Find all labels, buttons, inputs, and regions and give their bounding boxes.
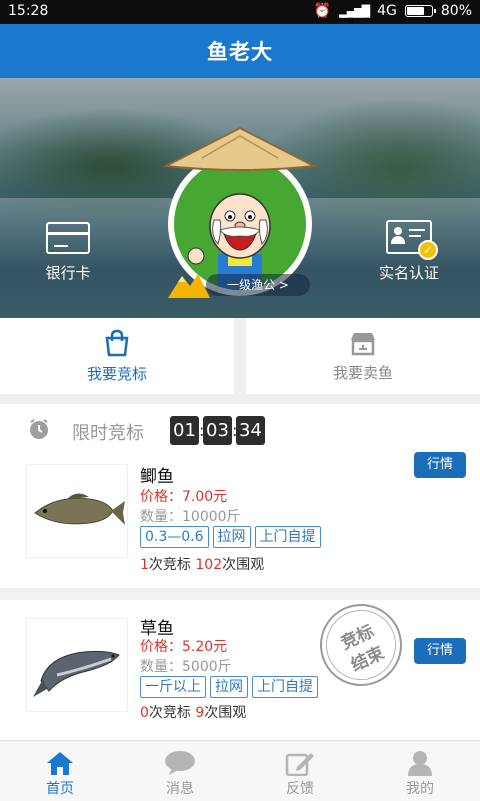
verify-label: 实名认证 — [378, 264, 439, 282]
pickup-tag: 上门自提 — [252, 676, 318, 698]
fish-tags: 0.3—0.6 拉网 上门自提 — [140, 526, 321, 548]
message-icon — [165, 751, 195, 775]
view-count: 9 — [195, 705, 205, 721]
tab-feedback-label: 反馈 — [286, 781, 314, 797]
bid-count: 0 — [140, 705, 149, 721]
market-price-button[interactable]: 行情 — [414, 638, 466, 664]
battery-icon — [404, 5, 436, 17]
fish-price: 价格：7.00元 — [140, 489, 228, 505]
feedback-icon — [285, 753, 314, 776]
auction-list: 限时竞标 01 : 03 : 34 鲫鱼 价格：7.00元 数量：10000斤 … — [0, 404, 480, 740]
bank-card-button[interactable]: 银行卡 — [38, 222, 98, 283]
user-level-badge[interactable]: 一级渔公 > — [206, 274, 310, 296]
tab-home-label: 首页 — [46, 781, 74, 797]
mountain-level-icon — [168, 274, 210, 298]
tab-messages-label: 消息 — [166, 781, 194, 797]
alarm-icon: ⏰ — [313, 3, 332, 19]
fish-quantity: 数量：5000斤 — [140, 659, 232, 675]
real-name-verify-button[interactable]: ✓ 实名认证 — [372, 220, 446, 283]
countdown-timer: 01 : 03 : 34 — [170, 416, 265, 445]
fish-price: 价格：5.20元 — [140, 639, 228, 655]
bid-count: 1 — [140, 557, 149, 573]
grass-carp-image — [33, 650, 120, 697]
market-price-button[interactable]: 行情 — [414, 452, 466, 478]
straw-hat-icon — [162, 126, 318, 171]
size-tag: 一斤以上 — [140, 676, 206, 698]
check-icon: ✓ — [418, 240, 438, 260]
tab-feedback[interactable]: 反馈 — [240, 741, 360, 801]
bank-card-label: 银行卡 — [45, 264, 91, 282]
page-title: 鱼老大 — [207, 40, 273, 64]
shop-icon — [351, 332, 375, 355]
tab-messages[interactable]: 消息 — [120, 741, 240, 801]
timed-auction-header: 限时竞标 01 : 03 : 34 — [0, 404, 480, 456]
sell-fish-button[interactable]: 我要卖鱼 — [246, 318, 480, 394]
app-title-bar: 鱼老大 — [0, 24, 480, 78]
action-row: 我要竞标 我要卖鱼 — [0, 318, 480, 394]
fish-image — [26, 618, 128, 712]
bottom-tab-bar: 首页 消息 反馈 我的 — [0, 740, 480, 801]
status-bar: 15:28 ⏰ ▂▄▆█ 4G 80% — [0, 0, 480, 24]
method-tag: 拉网 — [210, 676, 248, 698]
countdown-hours: 01 — [170, 416, 199, 445]
network-type: 4G — [377, 3, 397, 19]
list-item[interactable]: 草鱼 价格：5.20元 数量：5000斤 一斤以上 拉网 上门自提 0次竞标 9… — [0, 608, 480, 740]
divider — [0, 588, 480, 600]
level-label: 一级渔公 > — [227, 278, 289, 292]
battery-percent: 80% — [440, 3, 472, 19]
fish-name: 鲫鱼 — [140, 467, 174, 487]
bank-card-icon — [46, 222, 90, 254]
sell-fish-label: 我要卖鱼 — [332, 363, 393, 382]
crucian-carp-image — [34, 493, 125, 525]
timed-auction-label: 限时竞标 — [72, 423, 144, 444]
bid-button[interactable]: 我要竞标 — [0, 318, 234, 394]
user-icon — [408, 751, 432, 776]
shopping-bag-icon — [105, 329, 129, 356]
id-card-icon: ✓ — [386, 220, 438, 260]
tab-profile[interactable]: 我的 — [360, 741, 480, 801]
auction-stats: 0次竞标 9次围观 — [140, 705, 247, 721]
size-tag: 0.3—0.6 — [140, 526, 209, 548]
fish-tags: 一斤以上 拉网 上门自提 — [140, 676, 318, 698]
countdown-seconds: 34 — [236, 416, 265, 445]
bid-label: 我要竞标 — [86, 364, 147, 383]
home-icon — [47, 752, 73, 775]
tab-home[interactable]: 首页 — [0, 741, 120, 801]
view-count: 102 — [195, 557, 223, 573]
auction-stats: 1次竞标 102次围观 — [140, 557, 265, 573]
status-time: 15:28 — [8, 3, 49, 19]
fish-image — [26, 464, 128, 558]
alarm-clock-icon — [30, 419, 48, 439]
method-tag: 拉网 — [212, 526, 251, 548]
pickup-tag: 上门自提 — [254, 526, 321, 548]
fish-quantity: 数量：10000斤 — [140, 509, 241, 525]
list-item[interactable]: 鲫鱼 价格：7.00元 数量：10000斤 0.3—0.6 拉网 上门自提 1次… — [0, 452, 480, 588]
countdown-minutes: 03 — [203, 416, 232, 445]
tab-profile-label: 我的 — [406, 781, 434, 797]
signal-icon: ▂▄▆█ — [339, 4, 370, 18]
